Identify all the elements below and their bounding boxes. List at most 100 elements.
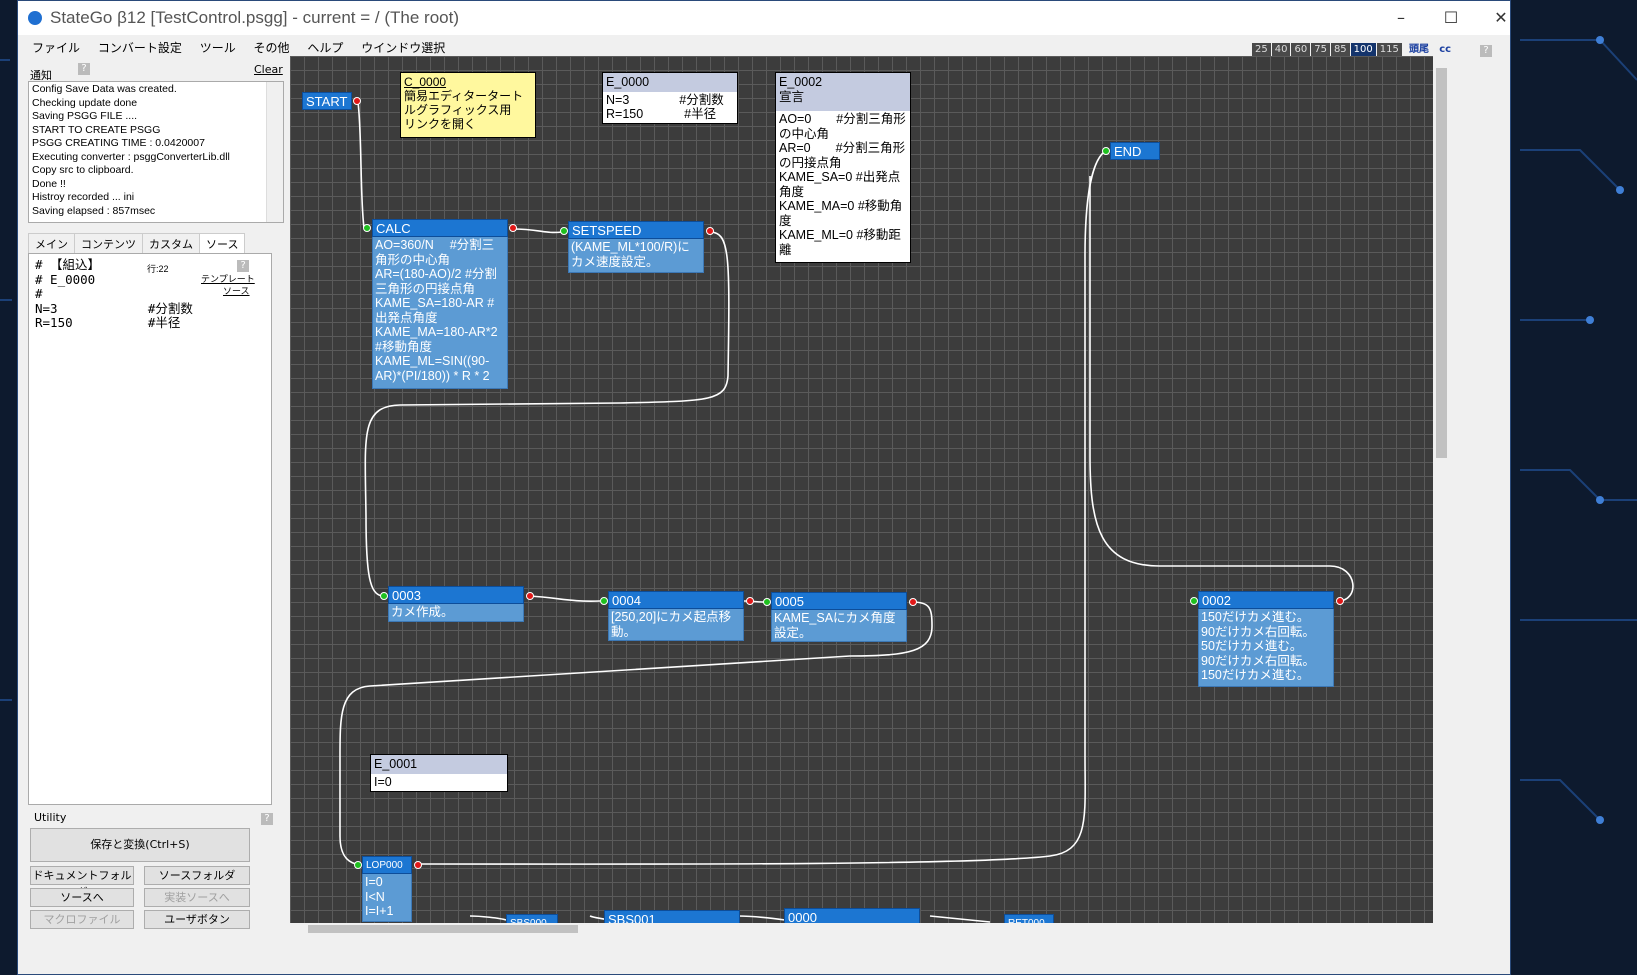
output-port[interactable]	[706, 227, 714, 235]
tab-contents[interactable]: コンテンツ	[74, 233, 143, 254]
state-ret000[interactable]: RET000	[1004, 914, 1054, 923]
state-title: 0004	[608, 591, 744, 609]
output-port[interactable]	[746, 597, 754, 605]
state-lop000[interactable]: LOP000 I=0 I<N I=I+1	[362, 856, 412, 922]
tab-main[interactable]: メイン	[28, 233, 75, 254]
source-folder-button[interactable]: ソースフォルダ	[144, 866, 250, 885]
input-port[interactable]	[1102, 147, 1110, 155]
head-tail-link[interactable]: 頭尾	[1406, 43, 1432, 57]
zoom-40[interactable]: 40	[1271, 43, 1291, 57]
notify-help-icon[interactable]: ?	[78, 63, 90, 75]
state-calc[interactable]: CALC AO=360/N #分割三角形の中心角 AR=(180-AO)/2 #…	[372, 219, 508, 389]
log-line: START TO CREATE PSGG	[32, 123, 161, 136]
state-title: CALC	[372, 219, 508, 237]
zoom-60[interactable]: 60	[1291, 43, 1311, 57]
state-0003[interactable]: 0003 カメ作成。	[388, 586, 524, 622]
comment-e0002[interactable]: E_0002 宣言 AO=0 #分割三角形の中心角 AR=0 #分割三角形の円接…	[775, 72, 911, 263]
window-title: StateGo β12 [TestControl.psgg] - current…	[50, 8, 459, 27]
state-0005[interactable]: 0005 KAME_SAにカメ角度設定。	[771, 592, 907, 642]
state-end[interactable]: END	[1110, 142, 1160, 160]
output-port[interactable]	[526, 592, 534, 600]
state-sbs000[interactable]: SBS000	[506, 914, 558, 923]
state-0000[interactable]: 0000	[784, 908, 920, 923]
state-sbs001[interactable]: SBS001	[604, 910, 740, 923]
zoom-100[interactable]: 100	[1350, 43, 1376, 57]
log-line: Done !!	[32, 177, 66, 190]
log-line: Histroy recorded ... ini	[32, 191, 135, 203]
output-port[interactable]	[353, 97, 361, 105]
minimize-button[interactable]: –	[1378, 5, 1424, 31]
log-scrollbar[interactable]	[266, 82, 283, 222]
zoom-75[interactable]: 75	[1311, 43, 1330, 57]
output-port[interactable]	[1336, 597, 1344, 605]
cc-link[interactable]: cc	[1436, 43, 1454, 57]
state-setspeed[interactable]: SETSPEED (KAME_ML*100/R)にカメ速度設定。	[568, 221, 704, 273]
help-icon[interactable]: ?	[1480, 45, 1492, 57]
user-button[interactable]: ユーザボタン	[144, 910, 250, 929]
panel-tabs: メイン コンテンツ カスタム ソース	[28, 233, 246, 254]
log-line: PSGG CREATING TIME : 0.0420007	[32, 137, 205, 149]
canvas-vertical-scrollbar[interactable]	[1433, 56, 1450, 923]
scroll-thumb[interactable]	[308, 925, 578, 933]
macro-file-button: マクロファイル	[30, 910, 134, 929]
menu-convert-settings[interactable]: コンバート設定	[98, 37, 182, 59]
canvas-horizontal-scrollbar[interactable]	[290, 923, 1433, 935]
zoom-25[interactable]: 25	[1252, 43, 1271, 57]
state-0004[interactable]: 0004 [250,20]にカメ起点移動。	[608, 591, 744, 641]
zoom-85[interactable]: 85	[1330, 43, 1350, 57]
line-info: 行:22	[147, 264, 169, 274]
save-convert-button[interactable]: 保存と変換(Ctrl+S)	[30, 828, 250, 862]
to-source-button[interactable]: ソースへ	[30, 888, 134, 907]
scroll-thumb[interactable]	[1436, 68, 1447, 458]
state-canvas[interactable]: START END C_0000 簡易エディタータートルグラフィックス用 リンク…	[290, 56, 1433, 923]
clear-link[interactable]: Clear	[254, 63, 283, 76]
source-view[interactable]: # 【組込】 # E_0000 # N=3 #分割数 R=150 #半径 行:2…	[28, 253, 272, 805]
state-body: [250,20]にカメ起点移動。	[608, 609, 744, 641]
maximize-button[interactable]: ☐	[1428, 5, 1474, 31]
state-body: KAME_SAにカメ角度設定。	[771, 610, 907, 642]
source-link[interactable]: ソース	[223, 284, 250, 299]
state-body: 150だけカメ進む。 90だけカメ右回転。 50だけカメ進む。 90だけカメ右回…	[1198, 609, 1334, 687]
state-title: LOP000	[362, 856, 412, 874]
source-help-icon[interactable]: ?	[237, 260, 249, 272]
state-body: I=0 I<N I=I+1	[362, 874, 412, 922]
state-0002[interactable]: 0002 150だけカメ進む。 90だけカメ右回転。 50だけカメ進む。 90だ…	[1198, 591, 1334, 687]
input-port[interactable]	[380, 592, 388, 600]
comment-title: E_0000	[603, 73, 737, 92]
input-port[interactable]	[1190, 597, 1198, 605]
state-title: RET000	[1004, 914, 1054, 923]
input-port[interactable]	[363, 224, 371, 232]
comment-body: 簡易エディタータートルグラフィックス用 リンクを開く	[404, 89, 524, 131]
comment-body: I=0	[374, 774, 392, 789]
state-body: (KAME_ML*100/R)にカメ速度設定。	[568, 239, 704, 273]
state-body: カメ作成。	[388, 604, 524, 622]
utility-help-icon[interactable]: ?	[261, 813, 273, 825]
input-port[interactable]	[763, 598, 771, 606]
output-port[interactable]	[909, 598, 917, 606]
comment-c0000[interactable]: C_0000 簡易エディタータートルグラフィックス用 リンクを開く	[400, 72, 536, 138]
menu-file[interactable]: ファイル	[32, 37, 80, 59]
input-port[interactable]	[600, 597, 608, 605]
zoom-115[interactable]: 115	[1376, 43, 1402, 57]
state-title: 0003	[388, 586, 524, 604]
document-folder-button[interactable]: ドキュメントフォルダ	[30, 866, 134, 899]
app-icon	[28, 11, 42, 25]
tab-custom[interactable]: カスタム	[142, 233, 200, 254]
input-port[interactable]	[354, 861, 362, 869]
state-title: SBS000	[506, 914, 558, 923]
output-port[interactable]	[509, 224, 517, 232]
log-line: Config Save Data was created.	[32, 83, 177, 95]
tab-source[interactable]: ソース	[199, 233, 246, 254]
log-line: Executing converter : psggConverterLib.d…	[32, 150, 230, 163]
comment-e0000[interactable]: E_0000 N=3 #分割数 R=150 #半径	[602, 72, 738, 124]
close-button[interactable]: ✕	[1478, 5, 1524, 31]
menu-other[interactable]: その他	[254, 37, 290, 59]
output-port[interactable]	[414, 861, 422, 869]
comment-subtitle: 宣言	[779, 89, 805, 104]
state-title: END	[1110, 142, 1160, 160]
log-line: Saving elapsed : 857msec	[32, 204, 156, 217]
comment-e0001[interactable]: E_0001 I=0	[370, 754, 508, 792]
state-start[interactable]: START	[302, 92, 352, 110]
menu-tools[interactable]: ツール	[200, 37, 236, 59]
input-port[interactable]	[560, 227, 568, 235]
